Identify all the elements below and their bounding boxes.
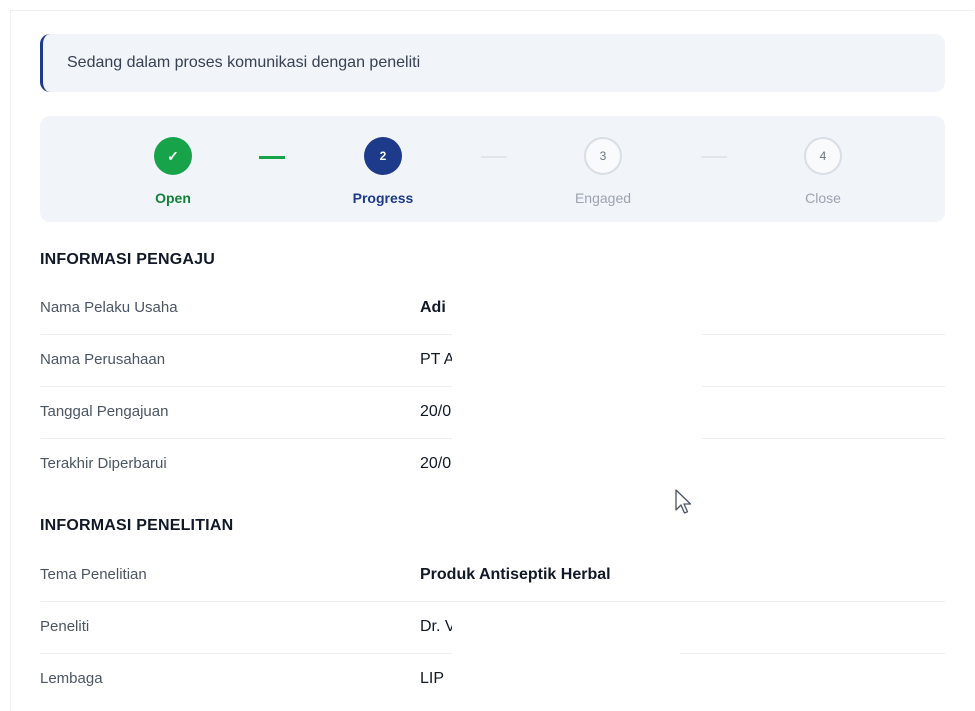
row-value: 20/0 xyxy=(420,403,452,420)
step-label-open: Open xyxy=(155,190,191,206)
row-label: Nama Perusahaan xyxy=(40,351,166,368)
section-title-penelitian: INFORMASI PENELITIAN xyxy=(40,517,234,534)
mouse-cursor-icon xyxy=(675,489,692,514)
step-number-4: 4 xyxy=(804,137,842,175)
row-value: 20/0 xyxy=(420,455,452,472)
row-value: LIP xyxy=(420,670,445,687)
row-label: Lembaga xyxy=(40,670,103,687)
row-label: Peneliti xyxy=(40,618,90,635)
step-open: ✓ Open xyxy=(113,137,233,206)
row-value: PT A xyxy=(420,351,455,368)
redaction-overlay xyxy=(452,283,702,480)
row-value: Adi xyxy=(420,299,446,316)
step-engaged: 3 Engaged xyxy=(543,137,663,206)
step-number-3: 3 xyxy=(584,137,622,175)
row-label: Tema Penelitian xyxy=(40,566,147,583)
step-connector-3 xyxy=(701,156,727,158)
status-banner: Sedang dalam proses komunikasi dengan pe… xyxy=(40,34,945,92)
step-connector-2 xyxy=(481,156,507,158)
step-progress: 2 Progress xyxy=(323,137,443,206)
step-connector-1 xyxy=(259,156,285,159)
row-label: Nama Pelaku Usaha xyxy=(40,299,178,316)
row-label: Terakhir Diperbarui xyxy=(40,455,167,472)
info-row: Tema Penelitian Produk Antiseptik Herbal xyxy=(40,550,945,602)
check-icon: ✓ xyxy=(154,137,192,175)
step-label-close: Close xyxy=(805,190,841,206)
step-label-engaged: Engaged xyxy=(574,190,632,206)
row-label: Tanggal Pengajuan xyxy=(40,403,169,420)
status-banner-text: Sedang dalam proses komunikasi dengan pe… xyxy=(67,54,421,71)
step-close: 4 Close xyxy=(763,137,883,206)
progress-stepper: ✓ Open 2 Progress 3 Engaged 4 Close xyxy=(40,116,945,222)
step-number-2: 2 xyxy=(364,137,402,175)
redaction-overlay xyxy=(452,602,680,702)
row-value: Produk Antiseptik Herbal xyxy=(420,566,611,583)
step-label-progress: Progress xyxy=(352,190,414,206)
section-title-pengaju: INFORMASI PENGAJU xyxy=(40,251,215,268)
